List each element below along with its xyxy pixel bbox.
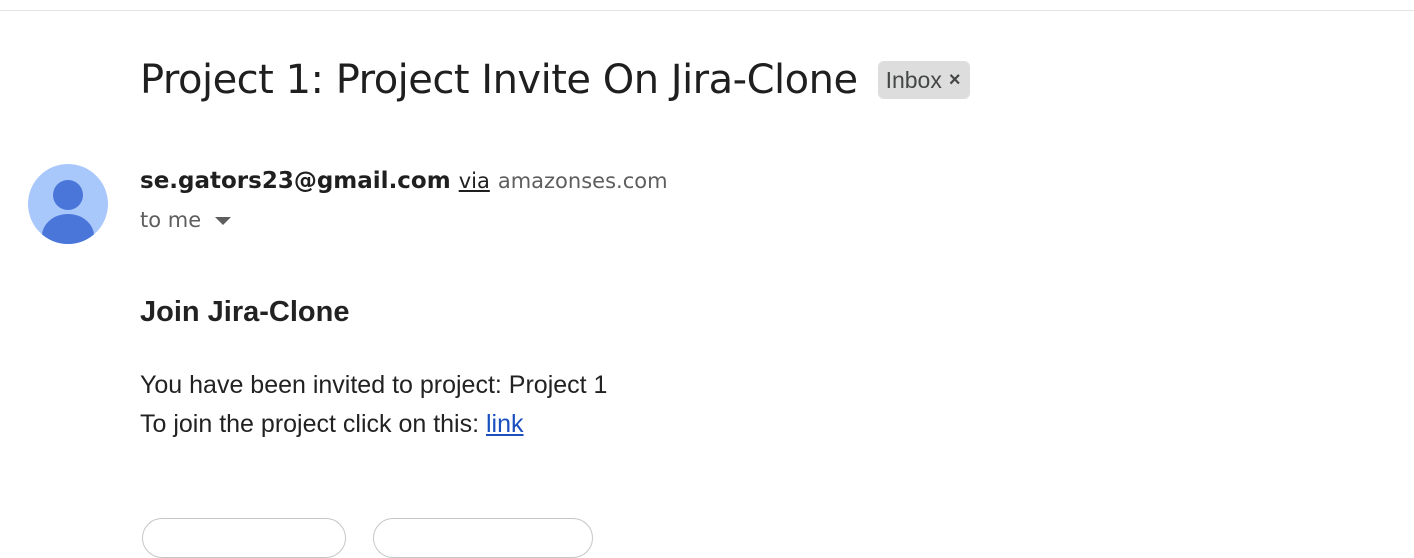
subject-row: Project 1: Project Invite On Jira-Clone … [140, 54, 970, 106]
body-line-invite: You have been invited to project: Projec… [140, 371, 608, 399]
sender-email[interactable]: se.gators23@gmail.com [140, 168, 451, 194]
email-subject: Project 1: Project Invite On Jira-Clone [140, 57, 858, 103]
join-link[interactable]: link [486, 410, 524, 438]
recipient-label: to me [140, 208, 202, 232]
via-link[interactable]: via [459, 169, 490, 193]
sender-avatar[interactable] [28, 164, 108, 244]
label-text: Inbox [885, 66, 942, 93]
body-line-join: To join the project click on this: link [140, 408, 524, 440]
person-icon [42, 180, 94, 244]
forward-button[interactable] [373, 518, 593, 558]
recipient-details-toggle[interactable]: to me [140, 208, 232, 232]
body-heading: Join Jira-Clone [140, 296, 350, 328]
caret-down-icon[interactable] [215, 217, 232, 225]
inbox-label-chip[interactable]: Inbox × [877, 61, 970, 99]
via-domain: amazonses.com [497, 169, 668, 193]
remove-label-icon[interactable]: × [949, 69, 961, 92]
join-prefix-text: To join the project click on this: [140, 410, 486, 438]
sender-line: se.gators23@gmail.com via amazonses.com [140, 168, 668, 194]
top-divider [0, 10, 1414, 11]
reply-button[interactable] [142, 518, 346, 558]
